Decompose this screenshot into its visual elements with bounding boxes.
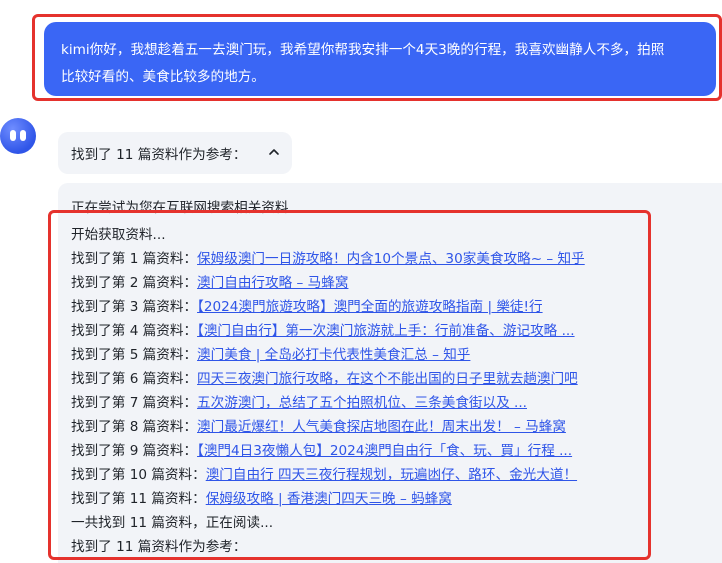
- reference-toggle-button[interactable]: 找到了 11 篇资料作为参考：: [58, 132, 292, 174]
- chevron-up-icon: [269, 149, 279, 155]
- highlight-box-user-message: [32, 14, 722, 101]
- highlight-box-search-results: [48, 210, 651, 560]
- reference-toggle-label: 找到了 11 篇资料作为参考：: [71, 147, 247, 163]
- kimi-avatar-icon: [0, 118, 36, 154]
